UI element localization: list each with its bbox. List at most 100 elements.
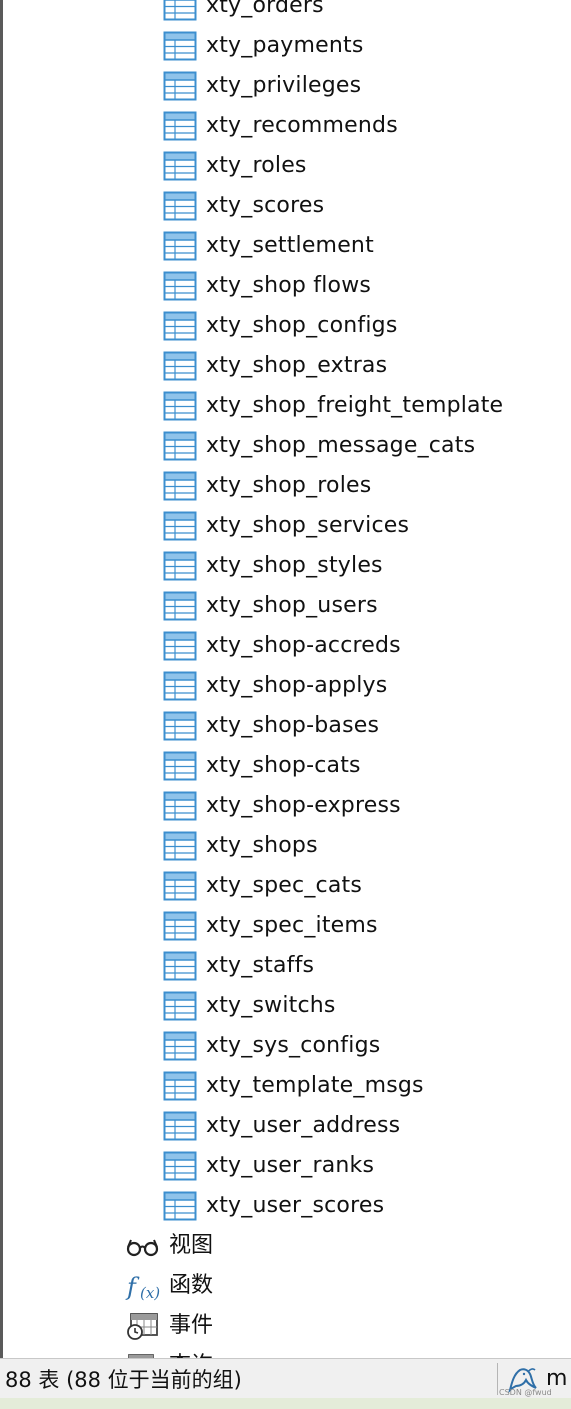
table-icon: [163, 1111, 197, 1141]
navicat-window: xty_orders xty_payments xty_privileges x…: [0, 0, 571, 1409]
table-icon: [163, 431, 197, 461]
tree-item-table[interactable]: xty_user_ranks: [163, 1146, 563, 1186]
tree-item-table[interactable]: xty_shop-express: [163, 786, 563, 826]
table-name: xty_shop flows: [206, 273, 372, 298]
view-glasses-icon: [126, 1239, 159, 1257]
tree-item-table[interactable]: xty_roles: [163, 146, 563, 186]
table-name: xty_shop_users: [206, 593, 378, 618]
tree-item-table[interactable]: xty_shop_freight_template: [163, 386, 563, 426]
table-name: xty_shops: [206, 833, 318, 858]
tree-item-table[interactable]: xty_user_address: [163, 1106, 563, 1146]
tree-item-table[interactable]: xty_shop-bases: [163, 706, 563, 746]
table-icon: [163, 191, 197, 221]
table-name: xty_privileges: [206, 73, 362, 98]
table-icon: [163, 271, 197, 301]
table-icon: [163, 151, 197, 181]
table-name: xty_orders: [206, 0, 324, 18]
tree-item-table[interactable]: xty_recommends: [163, 106, 563, 146]
tree-item-table[interactable]: xty_shop-accreds: [163, 626, 563, 666]
tree-item-table[interactable]: xty_switchs: [163, 986, 563, 1026]
status-separator: [497, 1363, 498, 1395]
tree-item-table[interactable]: xty_payments: [163, 26, 563, 66]
table-icon: [163, 231, 197, 261]
table-icon: [163, 791, 197, 821]
tree-item-table[interactable]: xty_sys_configs: [163, 1026, 563, 1066]
tree-group-query[interactable]: 查询: [125, 1346, 425, 1358]
tree-item-table[interactable]: xty_shops: [163, 826, 563, 866]
group-label: 函数: [169, 1273, 214, 1298]
query-icon: [128, 1354, 154, 1358]
tree-item-table[interactable]: xty_privileges: [163, 66, 563, 106]
tree-item-table[interactable]: xty_scores: [163, 186, 563, 226]
table-icon: [163, 1191, 197, 1221]
table-name: xty_staffs: [206, 953, 315, 978]
table-icon: [163, 351, 197, 381]
tree-group-function[interactable]: f (x) 函数: [125, 1266, 425, 1306]
group-label: 视图: [169, 1233, 214, 1258]
table-icon: [163, 991, 197, 1021]
table-icon: [163, 751, 197, 781]
tree-item-table[interactable]: xty_shop_extras: [163, 346, 563, 386]
table-name: xty_shop-bases: [206, 713, 380, 738]
table-name: xty_spec_cats: [206, 873, 362, 898]
watermark-text: CSDN @fwud: [499, 1388, 552, 1397]
table-icon: [163, 511, 197, 541]
status-bar: 88 表 (88 位于当前的组) m: [0, 1358, 571, 1398]
table-name: xty_shop_freight_template: [206, 393, 504, 418]
table-icon: [163, 871, 197, 901]
tree-item-table[interactable]: xty_user_scores: [163, 1186, 563, 1226]
tree-item-table[interactable]: xty_shop_message_cats: [163, 426, 563, 466]
table-name: xty_recommends: [206, 113, 398, 138]
table-name: xty_user_ranks: [206, 1153, 375, 1178]
table-name: xty_scores: [206, 193, 325, 218]
table-icon: [163, 0, 197, 21]
group-label: 查询: [169, 1346, 213, 1358]
tree-item-table[interactable]: xty_shop-applys: [163, 666, 563, 706]
tree-item-table[interactable]: xty_shop_styles: [163, 546, 563, 586]
tree-item-table[interactable]: xty_spec_items: [163, 906, 563, 946]
svg-text:(x): (x): [140, 1284, 160, 1301]
table-name: xty_shop-accreds: [206, 633, 401, 658]
tree-group-view-glasses[interactable]: 视图: [125, 1226, 425, 1266]
table-icon: [163, 31, 197, 61]
tree-item-table[interactable]: xty_shop_services: [163, 506, 563, 546]
table-name: xty_shop_configs: [206, 313, 398, 338]
table-icon: [163, 671, 197, 701]
tree-item-table[interactable]: xty_shop_roles: [163, 466, 563, 506]
tree-group-event-calendar[interactable]: 事件: [125, 1306, 425, 1346]
tree-item-table[interactable]: xty_settlement: [163, 226, 563, 266]
table-name: xty_user_address: [206, 1113, 401, 1138]
table-name: xty_shop-cats: [206, 753, 361, 778]
function-icon: f (x): [125, 1273, 160, 1301]
table-name: xty_shop_roles: [206, 473, 372, 498]
table-icon: [163, 71, 197, 101]
table-name: xty_user_scores: [206, 1193, 385, 1218]
tree-item-table[interactable]: xty_staffs: [163, 946, 563, 986]
table-icon: [163, 1031, 197, 1061]
table-icon: [163, 551, 197, 581]
table-name: xty_shop_styles: [206, 553, 383, 578]
tree-item-table[interactable]: xty_template_msgs: [163, 1066, 563, 1106]
table-icon: [163, 311, 197, 341]
table-icon: [163, 951, 197, 981]
table-icon: [163, 631, 197, 661]
tree-item-table[interactable]: xty_orders: [163, 0, 563, 26]
table-name: xty_shop_message_cats: [206, 433, 476, 458]
table-name: xty_template_msgs: [206, 1073, 424, 1098]
table-icon: [163, 1071, 197, 1101]
table-name: xty_settlement: [206, 233, 374, 258]
tree-item-table[interactable]: xty_shop flows: [163, 266, 563, 306]
tree-item-table[interactable]: xty_spec_cats: [163, 866, 563, 906]
tree-item-table[interactable]: xty_shop_users: [163, 586, 563, 626]
tree-item-table[interactable]: xty_shop_configs: [163, 306, 563, 346]
window-bottom-edge: [0, 1398, 571, 1409]
table-name: xty_switchs: [206, 993, 336, 1018]
table-icon: [163, 471, 197, 501]
table-icon: [163, 831, 197, 861]
table-name: xty_shop_extras: [206, 353, 388, 378]
table-icon: [163, 391, 197, 421]
object-tree[interactable]: xty_orders xty_payments xty_privileges x…: [0, 0, 571, 1358]
table-name: xty_shop-express: [206, 793, 401, 818]
tree-item-table[interactable]: xty_shop-cats: [163, 746, 563, 786]
table-name: xty_roles: [206, 153, 307, 178]
